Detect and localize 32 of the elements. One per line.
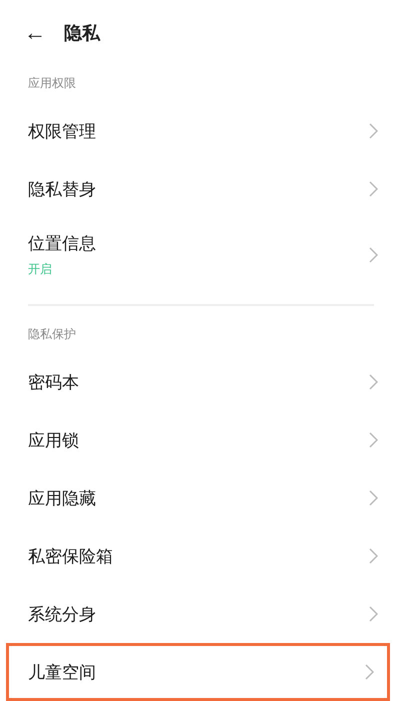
chevron-icon — [369, 247, 378, 264]
chevron-icon — [369, 181, 378, 198]
settings-item[interactable]: 系统分身 — [0, 585, 400, 643]
highlighted-settings-item[interactable]: 儿童空间 — [6, 643, 390, 701]
chevron-icon — [365, 664, 374, 680]
chevron-icon — [369, 490, 378, 506]
settings-item[interactable]: 应用隐藏 — [0, 469, 400, 527]
item-title: 系统分身 — [28, 604, 96, 626]
item-title: 密码本 — [28, 372, 79, 394]
item-title: 应用锁 — [28, 430, 79, 452]
section-label: 隐私保护 — [27, 326, 77, 343]
item-title: 应用隐藏 — [28, 488, 96, 510]
section-label: 应用权限 — [27, 75, 77, 92]
item-title: 私密保险箱 — [28, 546, 113, 568]
item-title: 位置信息 — [28, 233, 96, 256]
settings-item[interactable]: 密码本 — [0, 353, 400, 411]
item-title: 权限管理 — [28, 120, 96, 143]
item-status: 开启 — [28, 261, 53, 278]
item-title: 隐私替身 — [28, 178, 96, 201]
page-title: 隐私 — [64, 22, 100, 45]
settings-item[interactable]: 权限管理 — [0, 102, 400, 160]
chevron-icon — [369, 548, 378, 564]
chevron-icon — [369, 432, 378, 448]
item-title: 儿童空间 — [28, 662, 96, 684]
settings-item[interactable]: 隐私替身 — [0, 160, 400, 218]
settings-item[interactable]: 位置信息 开启 — [0, 218, 400, 292]
chevron-icon — [369, 374, 378, 390]
settings-item[interactable]: 私密保险箱 — [0, 527, 400, 585]
back-button[interactable]: ← — [24, 22, 46, 44]
chevron-icon — [369, 123, 378, 140]
chevron-icon — [369, 606, 378, 622]
settings-item[interactable]: 应用锁 — [0, 411, 400, 469]
